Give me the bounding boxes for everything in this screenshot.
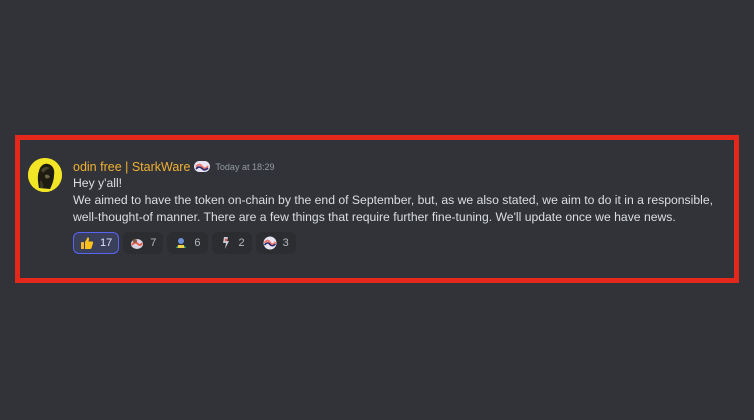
avatar[interactable] [28, 158, 62, 192]
custom-emoji-icon [219, 236, 233, 250]
starkware-emoji-icon [263, 236, 277, 250]
message-header: odin free | StarkWare Today at 18:29 [73, 158, 723, 175]
custom-emoji-icon [174, 236, 188, 250]
message-timestamp: Today at 18:29 [215, 162, 275, 172]
reaction-custom-2[interactable]: 6 [167, 232, 208, 254]
custom-emoji-icon [130, 236, 144, 250]
reaction-custom-3[interactable]: 2 [211, 232, 252, 254]
message-content: odin free | StarkWare Today at 18:29 Hey… [73, 158, 723, 254]
avatar-image [28, 158, 62, 192]
thumbs-up-icon [80, 236, 94, 250]
starkware-badge-icon [194, 161, 211, 172]
reaction-thumbs-up[interactable]: 17 [73, 232, 120, 254]
reaction-count: 17 [100, 237, 113, 249]
reaction-starkware[interactable]: 3 [255, 232, 296, 254]
reaction-count: 3 [282, 237, 289, 249]
reaction-bar: 17 7 6 2 3 [73, 232, 723, 254]
reaction-count: 7 [150, 237, 157, 249]
message-line-body: We aimed to have the token on-chain by t… [73, 193, 713, 224]
author-name[interactable]: odin free | StarkWare [73, 160, 190, 174]
reaction-count: 6 [194, 237, 201, 249]
message-line-greeting: Hey y'all! [73, 176, 123, 190]
reaction-count: 2 [238, 237, 245, 249]
reaction-custom-1[interactable]: 7 [123, 232, 164, 254]
